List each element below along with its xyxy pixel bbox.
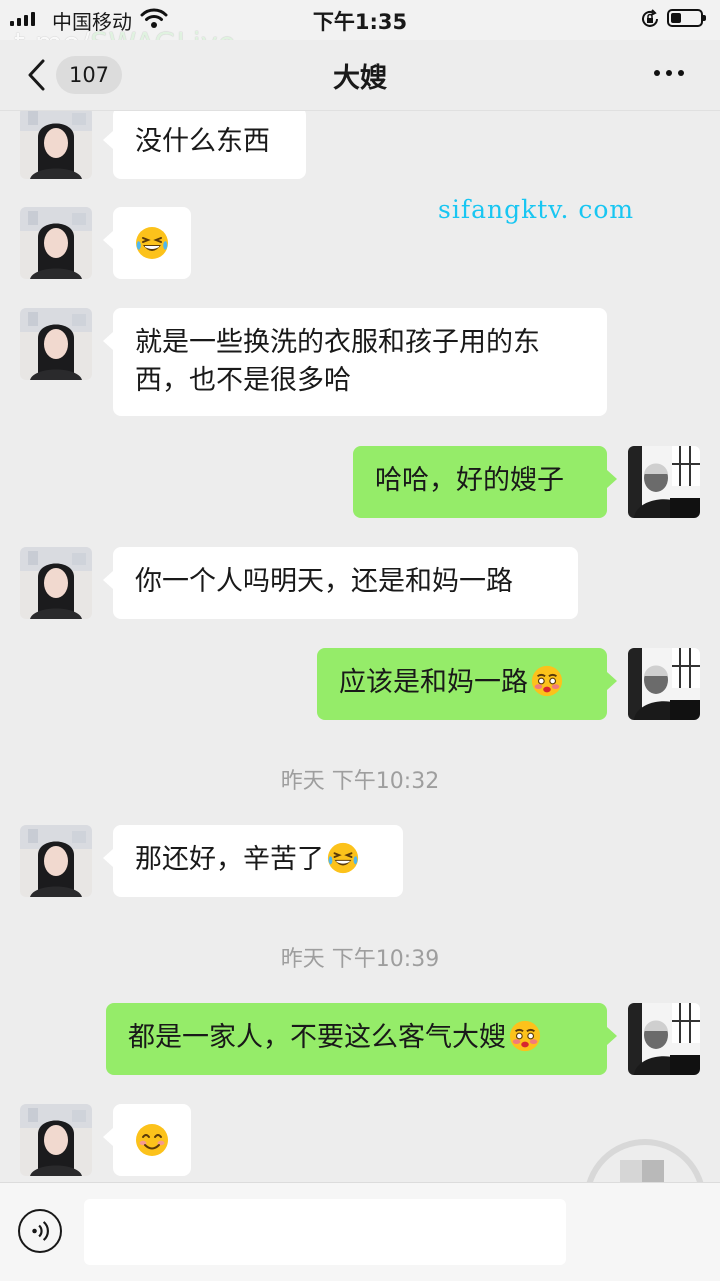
message-list[interactable]: sifangktv. com 昨天 下午10:32 昨天 下午10:39 没什么…: [0, 111, 720, 1182]
chat-header: 107 大嫂: [0, 40, 720, 111]
my-avatar[interactable]: [628, 648, 700, 720]
smile-emoji-icon: [134, 1122, 170, 1158]
shy-face-emoji-icon: [530, 664, 564, 698]
incoming-message[interactable]: [103, 1104, 191, 1176]
input-bar: [0, 1182, 720, 1281]
contact-avatar[interactable]: [20, 547, 92, 619]
contact-avatar[interactable]: [20, 207, 92, 279]
contact-avatar[interactable]: [20, 825, 92, 897]
contact-avatar[interactable]: [20, 111, 92, 179]
incoming-message[interactable]: [103, 207, 191, 279]
site-watermark: sifangktv. com: [438, 195, 635, 224]
voice-input-icon[interactable]: [18, 1209, 62, 1253]
status-bar: 中国移动 下午1:35 t.me/SWAGLive: [0, 0, 720, 59]
contact-avatar[interactable]: [20, 308, 92, 380]
outgoing-message[interactable]: 应该是和妈一路: [317, 648, 617, 720]
laugh-cry-emoji-icon: [326, 841, 360, 875]
timestamp: 昨天 下午10:32: [280, 769, 440, 794]
battery-icon: [667, 9, 706, 27]
timestamp: 昨天 下午10:39: [280, 947, 440, 972]
contact-avatar[interactable]: [20, 1104, 92, 1176]
incoming-message[interactable]: 没什么东西: [103, 111, 306, 179]
incoming-message[interactable]: 那还好，辛苦了: [103, 825, 403, 897]
more-options-icon[interactable]: [652, 62, 686, 84]
incoming-message[interactable]: 就是一些换洗的衣服和孩子用的东 西，也不是很多哈: [103, 308, 607, 416]
chat-title: 大嫂: [333, 63, 387, 94]
outgoing-message[interactable]: 都是一家人，不要这么客气大嫂: [106, 1003, 617, 1075]
shy-face-emoji-icon: [508, 1019, 542, 1053]
my-avatar[interactable]: [628, 446, 700, 518]
message-input[interactable]: [84, 1199, 566, 1265]
battery-level: [671, 13, 681, 23]
my-avatar[interactable]: [628, 1003, 700, 1075]
incoming-message[interactable]: 你一个人吗明天，还是和妈一路: [103, 547, 578, 619]
rotation-lock-icon: [642, 9, 658, 27]
outgoing-message[interactable]: 哈哈，好的嫂子: [353, 446, 617, 518]
laugh-cry-emoji-icon: [134, 225, 170, 261]
